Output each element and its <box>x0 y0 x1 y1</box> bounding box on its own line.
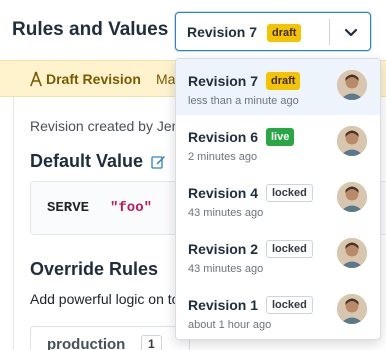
draft-banner-action[interactable]: Ma <box>156 71 175 87</box>
pencil-icon[interactable] <box>151 154 166 169</box>
revision-option-label: Revision 7 <box>188 73 259 89</box>
revision-option-time: 2 minutes ago <box>188 151 258 163</box>
revision-option-4[interactable]: Revision 4 locked 43 minutes ago <box>176 171 380 227</box>
serve-keyword: SERVE <box>47 200 90 216</box>
revision-option-label: Revision 1 <box>188 297 259 313</box>
draft-icon <box>28 71 44 87</box>
select-divider <box>329 19 330 45</box>
revision-option-1[interactable]: Revision 1 locked about 1 hour ago <box>176 283 380 339</box>
page-title: Rules and Values <box>12 19 169 40</box>
avatar <box>337 294 367 324</box>
avatar <box>337 182 367 212</box>
default-value-title: Default Value <box>30 151 144 171</box>
revision-option-7[interactable]: Revision 7 draft less than a minute ago <box>176 59 380 115</box>
locked-badge: locked <box>266 184 313 202</box>
revision-select-badge: draft <box>267 24 302 42</box>
revision-option-6[interactable]: Revision 6 live 2 minutes ago <box>176 115 380 171</box>
draft-badge: draft <box>266 72 301 90</box>
locked-badge: locked <box>266 240 313 258</box>
revision-option-time: about 1 hour ago <box>188 319 272 331</box>
revision-select-label: Revision 7 <box>187 24 258 40</box>
revision-option-time: 43 minutes ago <box>188 207 264 219</box>
override-rules-title: Override Rules <box>30 259 159 279</box>
avatar <box>337 238 367 268</box>
avatar <box>337 126 367 156</box>
env-tab-label: production <box>47 336 126 350</box>
env-rule-count: 1 <box>141 335 162 350</box>
override-rules-description: Add powerful logic on to <box>30 291 180 307</box>
revision-option-time: less than a minute ago <box>188 95 299 107</box>
revision-select[interactable]: Revision 7 draft <box>175 12 371 51</box>
draft-banner-title: Draft Revision <box>46 71 141 87</box>
revision-dropdown-menu: Revision 7 draft less than a minute ago … <box>175 58 381 340</box>
avatar <box>337 70 367 100</box>
revision-option-label: Revision 2 <box>188 241 259 257</box>
revision-option-2[interactable]: Revision 2 locked 43 minutes ago <box>176 227 380 283</box>
tab-production[interactable]: production 1 <box>30 326 190 350</box>
revision-option-label: Revision 4 <box>188 185 259 201</box>
revision-created-text: Revision created by Jer <box>30 118 177 134</box>
live-badge: live <box>266 128 295 146</box>
chevron-down-icon[interactable] <box>339 23 363 43</box>
revision-option-label: Revision 6 <box>188 129 259 145</box>
locked-badge: locked <box>266 296 313 314</box>
revision-option-time: 43 minutes ago <box>188 263 264 275</box>
serve-value: "foo" <box>110 200 153 216</box>
